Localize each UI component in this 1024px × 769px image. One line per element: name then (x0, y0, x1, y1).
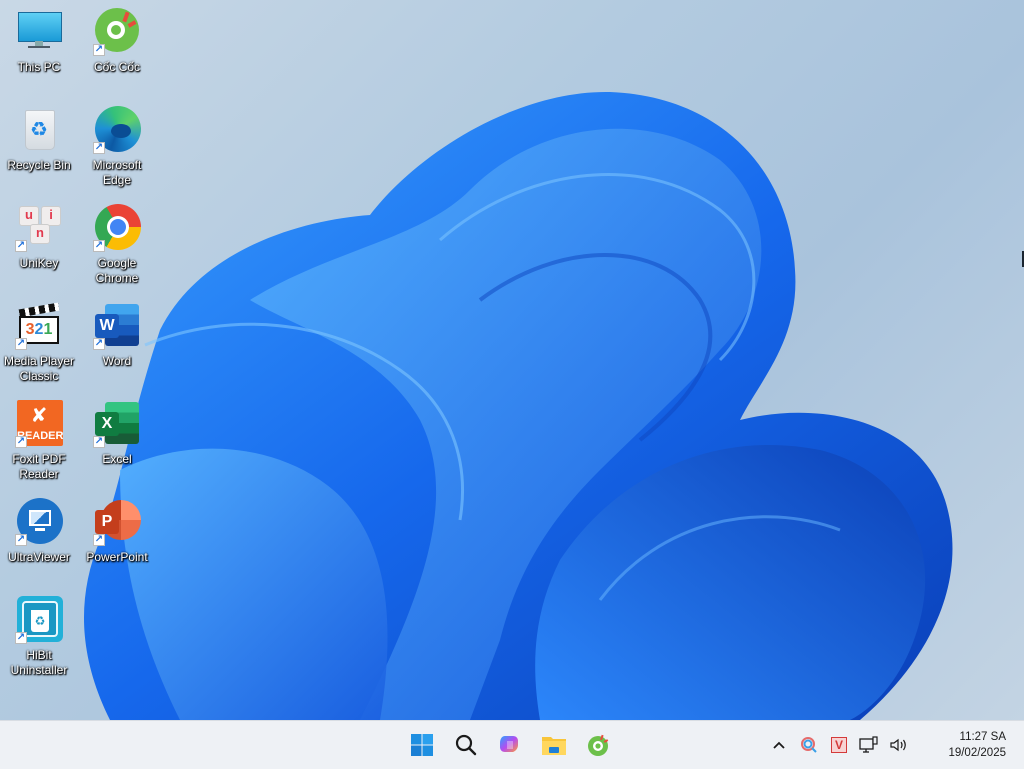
desktop-icon-label: Microsoft Edge (92, 158, 142, 187)
shortcut-arrow-icon: ↗ (93, 240, 105, 252)
shortcut-arrow-icon: ↗ (93, 534, 105, 546)
media-player-icon: 321 ↗ (15, 302, 63, 350)
desktop-icon-excel[interactable]: X ↗ Excel (78, 400, 156, 467)
clock-time: 11:27 SA (959, 731, 1006, 743)
desktop-icon-microsoft-edge[interactable]: ↗ Microsoft Edge (78, 106, 156, 188)
desktop-icon-label: Excel (102, 452, 132, 466)
word-icon: W ↗ (93, 302, 141, 350)
desktop-icon-media-player-classic[interactable]: 321 ↗ Media Player Classic (0, 302, 78, 384)
unikey-icon: u i n ↗ (15, 204, 63, 252)
monitor-icon (15, 8, 63, 56)
volume-button[interactable] (884, 730, 914, 760)
desktop-icon-unikey[interactable]: u i n ↗ UniKey (0, 204, 78, 271)
desktop-icon-label: Recycle Bin (7, 158, 71, 172)
desktop-icon-label: This PC (17, 60, 61, 74)
shortcut-arrow-icon: ↗ (93, 338, 105, 350)
desktop-icon-label: Media Player Classic (3, 354, 75, 383)
desktop-icon-coc-coc[interactable]: ↗ Cốc Cốc (78, 8, 156, 75)
windows-start-icon (411, 734, 433, 756)
ultraviewer-icon: ↗ (15, 498, 63, 546)
network-button[interactable] (854, 730, 884, 760)
shortcut-arrow-icon: ↗ (93, 436, 105, 448)
desktop-icon-this-pc[interactable]: This PC (0, 8, 78, 75)
shortcut-arrow-icon: ↗ (15, 534, 27, 546)
shortcut-arrow-icon: ↗ (15, 632, 27, 644)
desktop-icon-label: Google Chrome (95, 256, 139, 285)
desktop-icon-recycle-bin[interactable]: ♻ Recycle Bin (0, 106, 78, 173)
desktop-icon-label: Word (102, 354, 132, 368)
desktop-icon-label: Cốc Cốc (93, 60, 140, 74)
copilot-button[interactable] (494, 729, 526, 761)
chrome-icon: ↗ (93, 204, 141, 252)
taskbar: V 11:27 SA 19/02/2025 (0, 720, 1024, 769)
taskbar-clock[interactable]: 11:27 SA 19/02/2025 (914, 729, 1024, 761)
desktop-icon-powerpoint[interactable]: P ↗ PowerPoint (78, 498, 156, 565)
desktop-icon-foxit-pdf-reader[interactable]: ✘ READER ↗ Foxit PDF Reader (0, 400, 78, 482)
desktop-icon-label: UltraViewer (8, 550, 70, 564)
foxit-icon: ✘ READER ↗ (15, 400, 63, 448)
shortcut-arrow-icon: ↗ (15, 240, 27, 252)
vietkey-v-icon: V (831, 737, 847, 753)
tray-vietkey[interactable]: V (824, 730, 854, 760)
clock-date: 19/02/2025 (948, 747, 1006, 759)
taskbar-coccoc-button[interactable] (582, 729, 614, 761)
shortcut-arrow-icon: ↗ (93, 142, 105, 154)
excel-icon: X ↗ (93, 400, 141, 448)
coccoc-icon: ↗ (93, 8, 141, 56)
copilot-icon (500, 736, 518, 752)
desktop-icon-label: Foxit PDF Reader (12, 452, 66, 481)
desktop-icon-label: HiBit Uninstaller (10, 648, 68, 677)
taskbar-pinned-apps (406, 721, 614, 769)
desktop-icon-label: UniKey (19, 256, 59, 270)
search-icon (455, 734, 477, 756)
volume-icon (890, 738, 906, 752)
shortcut-arrow-icon: ↗ (15, 436, 27, 448)
shortcut-arrow-icon: ↗ (15, 338, 27, 350)
chevron-up-icon (773, 741, 785, 749)
desktop-icon-hibit-uninstaller[interactable]: ♻ ↗ HiBit Uninstaller (0, 596, 78, 678)
network-icon (859, 736, 878, 753)
file-explorer-button[interactable] (538, 729, 570, 761)
recycle-bin-icon: ♻ (15, 106, 63, 154)
lens-app-icon (801, 737, 817, 753)
powerpoint-icon: P ↗ (93, 498, 141, 546)
system-tray: V 11:27 SA 19/02/2025 (764, 721, 1024, 769)
file-explorer-icon (542, 737, 566, 755)
desktop-icon-google-chrome[interactable]: ↗ Google Chrome (78, 204, 156, 286)
edge-icon: ↗ (93, 106, 141, 154)
shortcut-arrow-icon: ↗ (93, 44, 105, 56)
desktop-icon-label: PowerPoint (86, 550, 148, 564)
search-button[interactable] (450, 729, 482, 761)
hibit-icon: ♻ ↗ (15, 596, 63, 644)
show-hidden-icons-button[interactable] (764, 730, 794, 760)
coccoc-icon (588, 734, 609, 756)
tray-lens-app[interactable] (794, 730, 824, 760)
desktop-icon-word[interactable]: W ↗ Word (78, 302, 156, 369)
start-button[interactable] (406, 729, 438, 761)
desktop-icon-ultraviewer[interactable]: ↗ UltraViewer (0, 498, 78, 565)
